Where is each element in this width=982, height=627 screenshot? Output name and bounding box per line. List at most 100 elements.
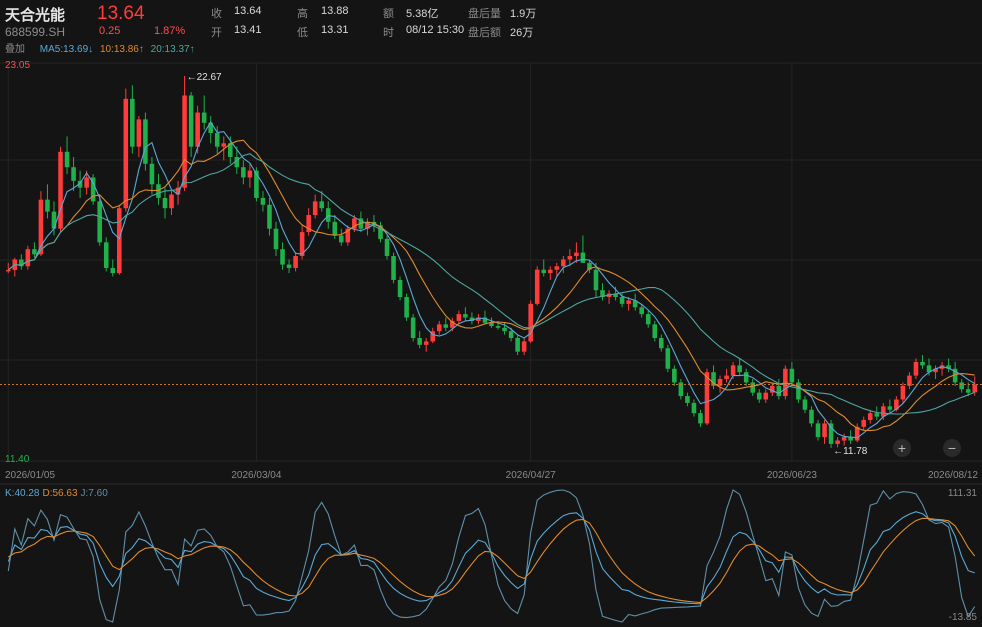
zoom-in-button[interactable]: + [893,439,911,457]
y-max-label: 23.05 [5,60,30,71]
candle [580,235,586,263]
candle [306,208,311,236]
candle-body [221,143,227,147]
candle [482,310,488,325]
candle [541,259,547,277]
candle-body [554,266,560,270]
candle [162,187,168,219]
candle [756,389,762,403]
candle [658,334,664,352]
candle [665,344,671,373]
candle [750,379,755,397]
candle-body [547,269,553,274]
candle [881,402,886,421]
candle [19,254,24,270]
candle-body [391,256,396,280]
candle-body [515,338,520,352]
candle [691,399,697,417]
candle-body [841,437,847,441]
candle-body [214,133,220,147]
kline-chart[interactable]: 23.05 11.40 ←22.67 ←11.78 2026/01/05 2026/03/… [0,0,982,627]
candle-body [293,256,298,268]
candle [71,156,76,192]
candle-body [97,201,102,243]
candle-body [456,314,462,321]
candle [796,379,801,403]
candle [678,379,684,400]
candle-body [443,324,449,328]
candle [469,312,475,325]
candle-body [528,303,533,342]
candle [378,221,383,243]
candle-body [881,406,886,417]
candle-body [809,409,814,424]
zoom-out-button[interactable]: − [943,439,961,457]
candle-body [672,368,677,383]
candle [143,112,148,171]
candle-body [339,235,344,243]
candle-body [123,98,129,209]
candle-body [534,269,540,304]
candle [456,310,462,325]
candle-body [116,208,122,274]
candle [632,293,638,311]
candle [822,420,827,444]
candle-body [913,361,919,376]
candle [534,266,540,306]
candle-body [874,413,880,417]
candle-body [45,199,50,212]
candlesticks [5,75,978,449]
candle [5,262,11,274]
candle [528,300,533,344]
candle-body [626,300,631,304]
candle-body [188,95,194,147]
candle [325,201,331,229]
candle-body [273,228,279,250]
x-tick-label: 2026/06/23 [767,470,817,481]
candle-body [783,368,788,397]
candle-body [397,279,403,298]
candle [169,191,174,216]
candle [25,245,31,270]
candle-body [156,184,161,198]
candle-body [658,338,664,349]
candle [802,396,808,414]
ma20-line [7,153,975,415]
candle-body [280,249,285,265]
candle-body [835,440,840,444]
candle [939,361,945,376]
candle-body [704,372,710,424]
candle [933,365,938,380]
candle [711,365,716,390]
candle-body [521,341,527,352]
candle [423,338,429,352]
candle [123,88,129,212]
candle [410,314,416,342]
candle-body [410,317,416,339]
candle [959,379,964,393]
candle-body [972,384,978,393]
candle [208,115,213,144]
kdj-legend-d: D:56.63 [42,488,77,499]
candle-body [567,256,573,260]
candle-body [815,423,821,438]
candle-body [110,267,116,274]
candle-body [887,406,893,410]
candle-body [750,382,755,393]
candle [724,368,729,383]
candle-body [247,170,253,178]
candle-body [51,211,57,229]
candle [84,170,89,195]
candle [136,115,142,157]
candle-body [639,307,644,315]
candle-body [743,372,749,383]
candle-body [561,259,566,267]
candle [920,355,925,369]
candle-body [195,112,200,147]
candle-body [260,197,266,205]
candle-body [130,98,135,147]
candle-body [463,314,468,318]
candle [867,409,873,424]
candle-body [665,348,671,369]
candle [260,191,266,212]
